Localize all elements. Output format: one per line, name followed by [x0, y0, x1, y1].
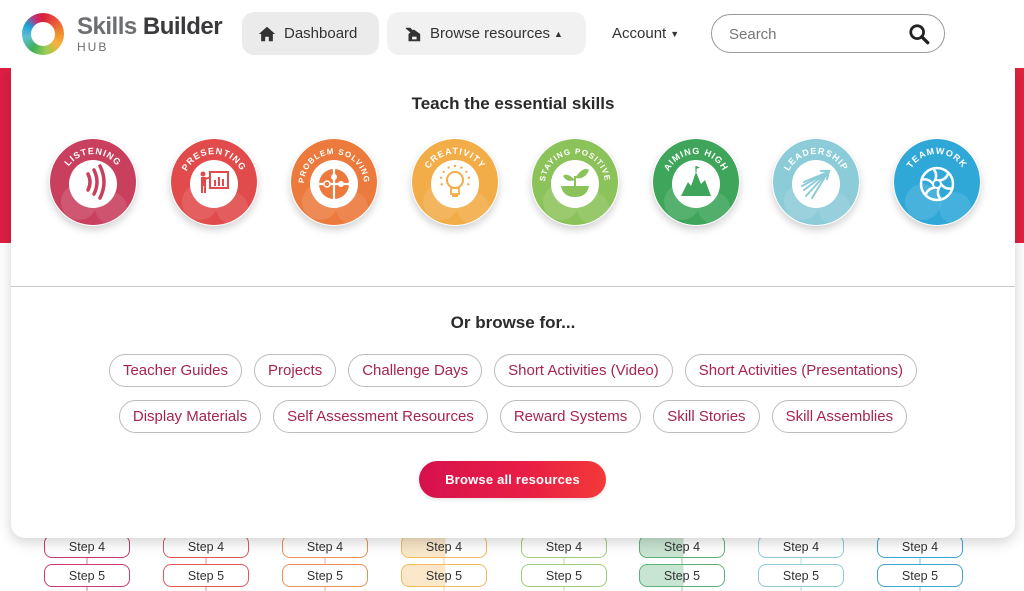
step-column: Step 4 Step 5 — [163, 530, 249, 591]
skill-badge-graphic: AIMING HIGH — [652, 139, 739, 225]
step-4-button[interactable]: Step 4 — [521, 535, 607, 558]
folders-icon — [405, 27, 421, 41]
nav-dashboard-button[interactable]: Dashboard — [242, 12, 379, 55]
skill-badge-graphic: PRESENTING — [170, 139, 257, 225]
puzzle-icon — [319, 169, 349, 199]
chip-challenge-days[interactable]: Challenge Days — [348, 354, 483, 387]
skill-badge-teamwork[interactable]: TEAMWORK — [893, 138, 981, 226]
skill-badge-graphic: PROBLEM SOLVING — [291, 139, 377, 225]
skill-badge-graphic: LISTENING — [50, 139, 136, 225]
step-column: Step 4 Step 5 — [639, 530, 725, 591]
resource-type-row-2: Display Materials Self Assessment Resour… — [11, 400, 1015, 433]
chip-short-activities-video[interactable]: Short Activities (Video) — [494, 354, 673, 387]
nav-account-dropdown[interactable]: Account ▼ — [600, 12, 695, 55]
step-5-button[interactable]: Step 5 — [401, 564, 487, 587]
step-4-button[interactable]: Step 4 — [401, 535, 487, 558]
logo-ring-icon — [22, 13, 64, 55]
skill-badge-presenting[interactable]: PRESENTING — [170, 138, 258, 226]
skill-badge-creativity[interactable]: CREATIVITY — [411, 138, 499, 226]
chip-skill-stories[interactable]: Skill Stories — [653, 400, 760, 433]
chip-reward-systems[interactable]: Reward Systems — [499, 400, 642, 433]
browse-for-heading: Or browse for... — [450, 313, 576, 332]
step-4-button[interactable]: Step 4 — [639, 535, 725, 558]
home-icon — [258, 26, 276, 41]
skill-badge-aiming-high[interactable]: AIMING HIGH — [652, 138, 740, 226]
skill-badge-staying-positive[interactable]: STAYING POSITIVE — [531, 138, 619, 226]
logo-word-skills: Skills — [77, 13, 137, 40]
nav-account-label: Account — [612, 25, 667, 42]
step-4-button[interactable]: Step 4 — [163, 535, 249, 558]
skills-badges: LISTENING PRESENTING PROBLEM SOLVING CRE… — [11, 138, 1015, 228]
step-column: Step 4 Step 5 — [877, 530, 963, 591]
logo-word-builder: Builder — [142, 13, 223, 40]
resource-type-row-1: Teacher Guides Projects Challenge Days S… — [11, 354, 1015, 387]
browse-all-resources-button[interactable]: Browse all resources — [419, 461, 606, 498]
caret-up-icon: ▲ — [554, 28, 563, 39]
step-column: Step 4 Step 5 — [758, 530, 844, 591]
search-input[interactable] — [729, 24, 899, 44]
step-column: Step 4 Step 5 — [401, 530, 487, 591]
step-5-button[interactable]: Step 5 — [877, 564, 963, 587]
chip-self-assessment-resources[interactable]: Self Assessment Resources — [273, 400, 488, 433]
skills-builder-logo[interactable]: Skills Builder HUB — [22, 11, 223, 57]
skill-badge-graphic: TEAMWORK — [893, 139, 980, 225]
step-5-button[interactable]: Step 5 — [163, 564, 249, 587]
browse-resources-dropdown: Teach the essential skills LISTENING PRE… — [11, 68, 1015, 538]
top-navbar: Skills Builder HUB Dashboard Browse reso… — [0, 0, 1024, 68]
chip-projects[interactable]: Projects — [254, 354, 337, 387]
step-column: Step 4 Step 5 — [282, 530, 368, 591]
search-icon[interactable] — [908, 23, 930, 45]
section-divider — [11, 286, 1015, 287]
step-5-button[interactable]: Step 5 — [282, 564, 368, 587]
step-column: Step 4 Step 5 — [521, 530, 607, 591]
nav-browse-resources-button[interactable]: Browse resources ▲ — [387, 12, 586, 55]
chip-skill-assemblies[interactable]: Skill Assemblies — [771, 400, 908, 433]
skill-badge-problem-solving[interactable]: PROBLEM SOLVING — [290, 138, 378, 226]
background-steps: Step 4 Step 5 Step 4 Step 5 Step 4 Step … — [0, 530, 1024, 591]
step-4-button[interactable]: Step 4 — [44, 535, 130, 558]
chip-display-materials[interactable]: Display Materials — [118, 400, 262, 433]
chip-short-activities-presentations[interactable]: Short Activities (Presentations) — [684, 354, 918, 387]
nav-browse-resources-label: Browse resources — [430, 25, 551, 42]
step-5-button[interactable]: Step 5 — [758, 564, 844, 587]
step-column: Step 4 Step 5 — [44, 530, 130, 591]
logo-sub: HUB — [77, 40, 109, 54]
background-banner-right — [1014, 68, 1024, 243]
search-box — [711, 14, 945, 53]
step-5-button[interactable]: Step 5 — [639, 564, 725, 587]
skill-badge-graphic: LEADERSHIP — [773, 139, 859, 225]
nav-dashboard-label: Dashboard — [284, 25, 358, 42]
chip-teacher-guides[interactable]: Teacher Guides — [108, 354, 243, 387]
step-4-button[interactable]: Step 4 — [877, 535, 963, 558]
skill-badge-leadership[interactable]: LEADERSHIP — [772, 138, 860, 226]
skills-heading: Teach the essential skills — [411, 94, 615, 113]
skill-badge-graphic: CREATIVITY — [411, 139, 498, 225]
step-5-button[interactable]: Step 5 — [521, 564, 607, 587]
caret-down-icon: ▼ — [670, 28, 680, 39]
skill-badge-listening[interactable]: LISTENING — [49, 138, 137, 226]
step-5-button[interactable]: Step 5 — [44, 564, 130, 587]
skill-badge-graphic: STAYING POSITIVE — [532, 139, 618, 225]
step-4-button[interactable]: Step 4 — [758, 535, 844, 558]
step-4-button[interactable]: Step 4 — [282, 535, 368, 558]
